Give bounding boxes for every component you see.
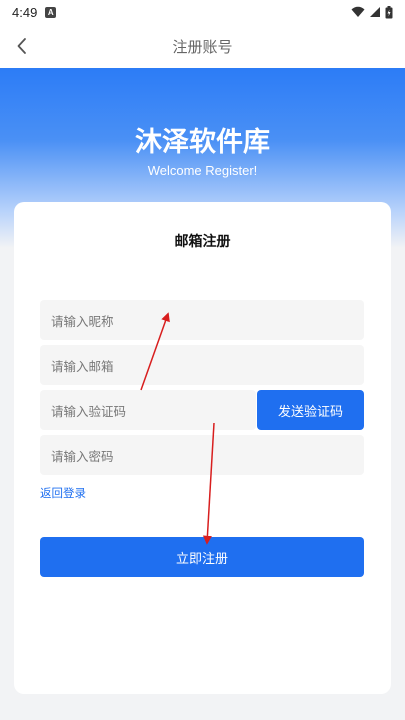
battery-icon	[385, 5, 393, 18]
status-bar: 4:49 A	[0, 0, 405, 24]
status-time: 4:49	[12, 4, 38, 20]
chevron-left-icon	[17, 38, 26, 54]
register-card: 邮箱注册 请输入昵称 请输入邮箱 请输入验证码 发送验证码 请输入密码 返回登录…	[14, 202, 391, 694]
password-input[interactable]: 请输入密码	[40, 435, 364, 475]
back-to-login-link[interactable]: 返回登录	[40, 485, 86, 501]
nickname-placeholder: 请输入昵称	[51, 313, 114, 329]
wifi-icon	[351, 6, 365, 17]
page-title: 注册账号	[172, 38, 233, 56]
nickname-input[interactable]: 请输入昵称	[40, 300, 364, 340]
register-button[interactable]: 立即注册	[40, 537, 364, 577]
register-screen: 4:49 A 注册账号 沐泽软件库 Welcome Register! 邮箱注册…	[0, 0, 405, 720]
form-title: 邮箱注册	[174, 234, 231, 250]
notification-badge: A	[45, 6, 57, 18]
app-name: 沐泽软件库	[135, 127, 270, 158]
nav-bar: 注册账号	[0, 24, 405, 68]
back-button[interactable]	[6, 30, 38, 62]
welcome-subtitle: Welcome Register!	[147, 163, 258, 178]
send-code-button[interactable]: 发送验证码	[257, 390, 364, 430]
verification-code-input[interactable]: 请输入验证码	[40, 390, 256, 430]
code-placeholder: 请输入验证码	[51, 403, 127, 419]
email-input[interactable]: 请输入邮箱	[40, 345, 364, 385]
password-placeholder: 请输入密码	[51, 448, 114, 464]
status-icons	[351, 5, 393, 19]
email-placeholder: 请输入邮箱	[51, 358, 114, 374]
signal-icon	[370, 7, 380, 17]
